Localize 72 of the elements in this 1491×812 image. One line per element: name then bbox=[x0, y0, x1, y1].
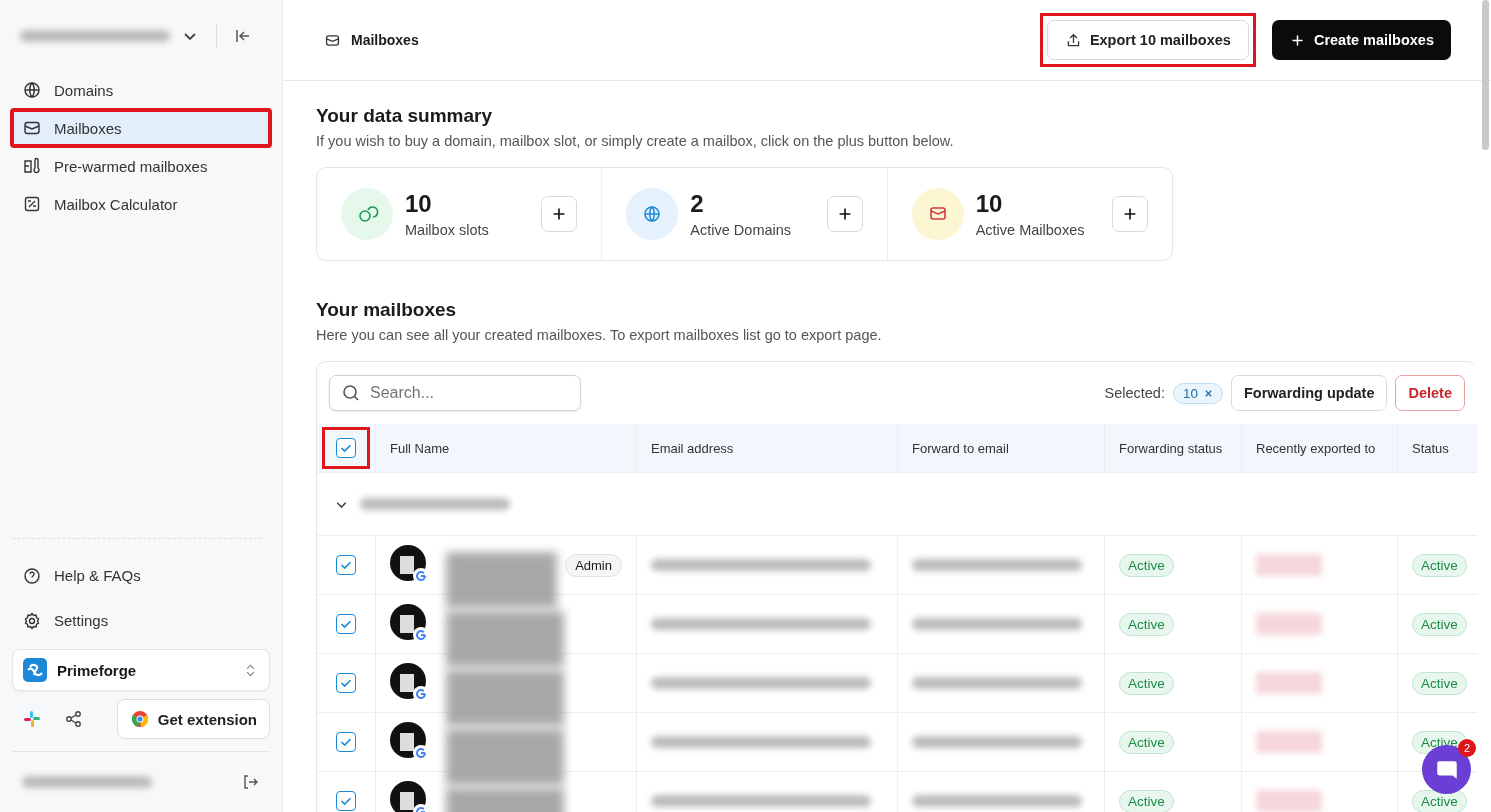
add-button[interactable] bbox=[541, 196, 578, 232]
row-checkbox[interactable] bbox=[336, 614, 356, 634]
stat-label: Active Domains bbox=[690, 222, 793, 238]
share-icon[interactable] bbox=[64, 709, 84, 729]
redacted-text bbox=[1256, 790, 1322, 812]
stat-label: Mailbox slots bbox=[405, 222, 490, 238]
create-button[interactable]: Create mailboxes bbox=[1271, 20, 1451, 60]
help-icon bbox=[22, 565, 42, 586]
notification-badge: 2 bbox=[1458, 739, 1476, 757]
export-button[interactable]: Export 10 mailboxes bbox=[1046, 20, 1249, 60]
role-badge: Admin bbox=[565, 553, 622, 577]
selected-count-chip[interactable]: 10 bbox=[1172, 382, 1223, 404]
add-button[interactable] bbox=[826, 196, 863, 232]
logo-icon bbox=[23, 658, 47, 682]
column-header: Recently exported to bbox=[1242, 424, 1398, 472]
column-header: Email address bbox=[637, 424, 898, 472]
section-title: Your mailboxes bbox=[316, 299, 458, 321]
row-checkbox[interactable] bbox=[336, 555, 356, 575]
delete-button[interactable]: Delete bbox=[1395, 375, 1465, 411]
get-extension-button[interactable]: Get extension bbox=[116, 699, 270, 739]
status-pill: Active bbox=[1119, 671, 1174, 695]
column-header: Forwarding status bbox=[1105, 424, 1242, 472]
sidebar-item[interactable]: Settings bbox=[12, 598, 270, 643]
mail-icon bbox=[911, 188, 964, 240]
status-pill: Active bbox=[1119, 789, 1174, 812]
scrollbar[interactable] bbox=[1482, 0, 1489, 150]
status-pill: Active bbox=[1412, 671, 1467, 695]
add-button[interactable] bbox=[1112, 196, 1148, 232]
status-pill: Active bbox=[1119, 730, 1174, 754]
status-pill: Active bbox=[1119, 553, 1174, 577]
status-pill: Active bbox=[1412, 553, 1467, 577]
stat-value: 2 bbox=[690, 190, 705, 218]
calculator-icon bbox=[22, 194, 42, 214]
redacted-text bbox=[1256, 613, 1322, 635]
redacted-text bbox=[1256, 554, 1322, 576]
stat-value: 10 bbox=[975, 190, 1004, 218]
redacted-text bbox=[1256, 672, 1322, 694]
section-subtitle: If you wish to buy a domain, mailbox slot, or simply create a mailbox, click on the plus button below. bbox=[316, 133, 955, 149]
stat-value: 10 bbox=[405, 190, 433, 218]
select-all-checkbox[interactable] bbox=[336, 438, 356, 458]
column-header: Status bbox=[1411, 439, 1450, 458]
search-icon bbox=[341, 383, 361, 403]
sidebar-item[interactable]: Mailbox Calculator bbox=[12, 186, 270, 222]
row-checkbox[interactable] bbox=[336, 732, 356, 752]
status-pill: Active bbox=[1412, 789, 1467, 812]
close-icon[interactable] bbox=[1203, 388, 1213, 398]
sidebar-item[interactable]: Mailboxes bbox=[12, 110, 270, 146]
row-checkbox[interactable] bbox=[336, 791, 356, 811]
selected-label: Selected: bbox=[1104, 385, 1165, 401]
workspace-selector[interactable]: Primeforge bbox=[12, 649, 270, 691]
column-header: Full Name bbox=[376, 424, 637, 472]
thermometer-icon bbox=[22, 156, 42, 176]
row-checkbox[interactable] bbox=[336, 673, 356, 693]
browser-logo-icon bbox=[129, 709, 150, 729]
globe-icon bbox=[626, 188, 679, 240]
section-title: Your data summary bbox=[316, 105, 493, 127]
status-pill: Active bbox=[1412, 612, 1467, 636]
forwarding-update-button[interactable]: Forwarding update bbox=[1230, 375, 1388, 411]
redacted-text bbox=[1256, 731, 1322, 753]
settings-icon bbox=[22, 610, 42, 631]
globe-icon bbox=[22, 80, 42, 100]
page-title: Mailboxes bbox=[351, 32, 419, 48]
coins-icon bbox=[341, 188, 393, 240]
sidebar-item[interactable]: Domains bbox=[12, 72, 270, 108]
status-pill: Active bbox=[1119, 612, 1174, 636]
slack-icon[interactable] bbox=[22, 709, 42, 729]
section-subtitle: Here you can see all your created mailboxes. To export mailboxes list go to export page. bbox=[316, 327, 883, 343]
sidebar-item[interactable]: Pre-warmed mailboxes bbox=[12, 148, 270, 184]
sidebar-item[interactable]: Help & FAQs bbox=[12, 553, 270, 598]
stat-label: Active Mailboxes bbox=[975, 222, 1086, 238]
search-field[interactable]: Search... bbox=[329, 375, 581, 411]
column-header: Forward to email bbox=[898, 424, 1105, 472]
